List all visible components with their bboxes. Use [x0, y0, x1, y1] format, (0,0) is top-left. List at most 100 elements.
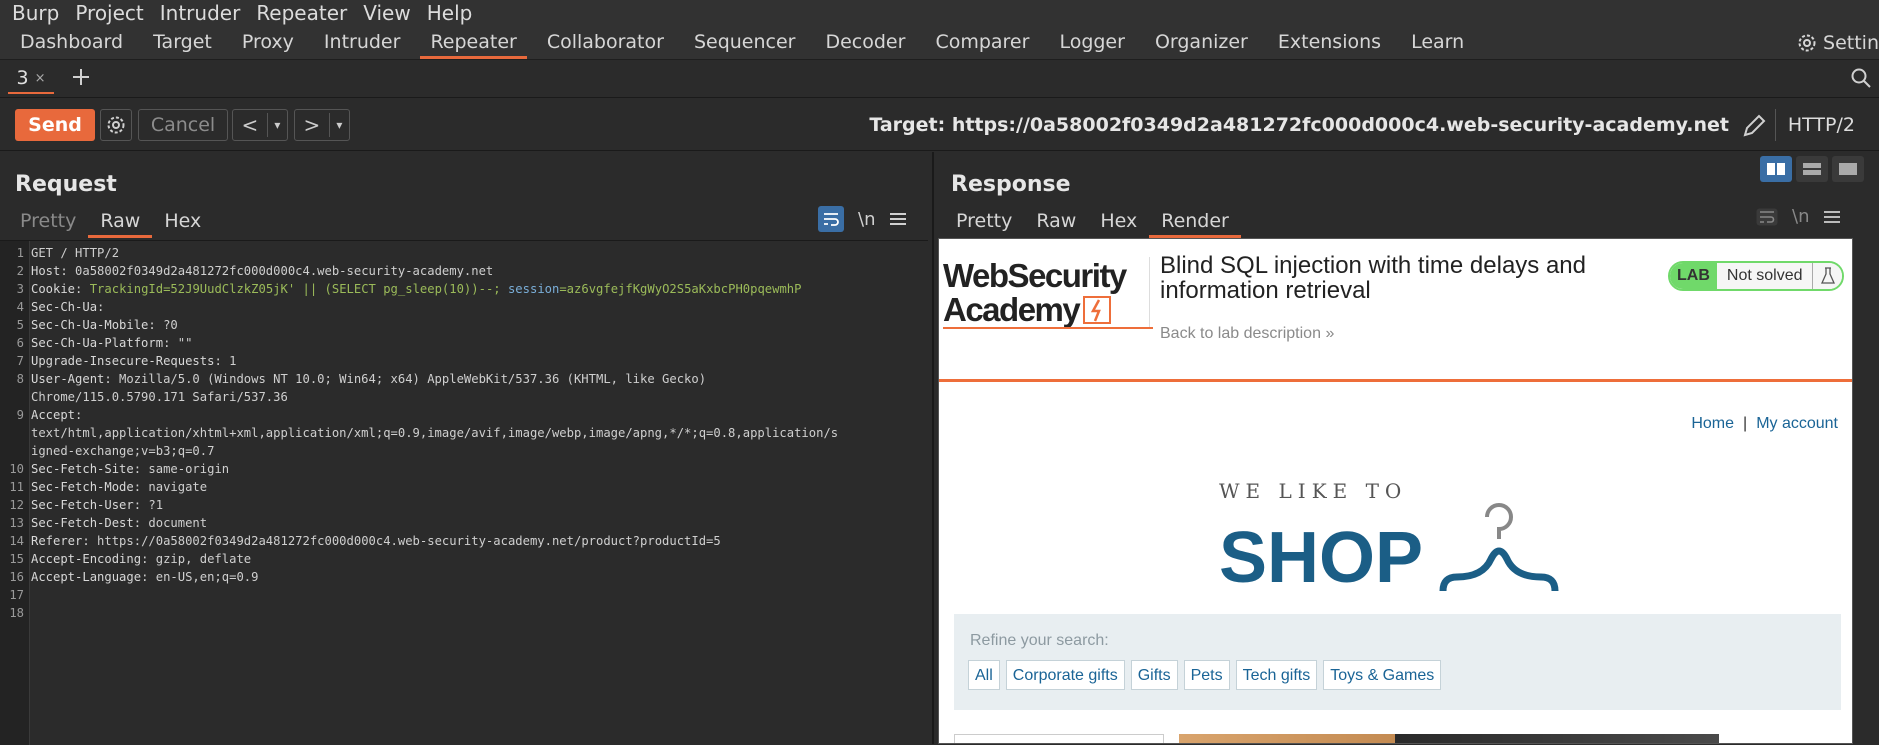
category-pets[interactable]: Pets	[1183, 660, 1230, 690]
line-text: GET / HTTP/2	[31, 244, 119, 262]
category-gifts[interactable]: Gifts	[1130, 660, 1178, 690]
line-text: text/html,application/xhtml+xml,applicat…	[31, 424, 838, 442]
newline-toggle-icon[interactable]: \n	[1792, 206, 1809, 227]
repeater-toolbar: Send Cancel < ▾ > ▾ Target: https://0a58…	[0, 99, 1879, 151]
back-to-lab-link[interactable]: Back to lab description »	[1160, 325, 1334, 343]
menu-help[interactable]: Help	[427, 1, 473, 25]
newline-toggle-icon[interactable]: \n	[858, 209, 875, 230]
tab-sequencer[interactable]: Sequencer	[684, 25, 806, 59]
menu-burp[interactable]: Burp	[12, 1, 59, 25]
header-value: Chrome/115.0.5790.171 Safari/537.36	[31, 390, 288, 404]
tab-extensions[interactable]: Extensions	[1268, 25, 1391, 59]
protocol-label[interactable]: HTTP/2	[1774, 109, 1855, 141]
previous-request-button[interactable]: < ▾	[232, 109, 288, 141]
tab-comparer[interactable]: Comparer	[925, 25, 1039, 59]
line-text: Upgrade-Insecure-Requests: 1	[31, 352, 236, 370]
tab-pretty[interactable]: Pretty	[8, 206, 88, 236]
request-line: 15 Accept-Encoding: gzip, deflate	[0, 550, 928, 568]
edit-target-icon[interactable]	[1741, 113, 1767, 143]
category-tech-gifts[interactable]: Tech gifts	[1235, 660, 1318, 690]
tab-proxy[interactable]: Proxy	[232, 25, 304, 59]
line-number: 11	[9, 480, 24, 494]
send-button[interactable]: Send	[15, 109, 95, 141]
tab-decoder[interactable]: Decoder	[815, 25, 915, 59]
request-line: text/html,application/xhtml+xml,applicat…	[0, 424, 928, 442]
header-divider	[939, 379, 1852, 382]
header-name: Sec-Fetch-Mode	[31, 480, 134, 494]
split-vertical-icon[interactable]	[1796, 156, 1828, 182]
close-icon[interactable]: ×	[35, 71, 46, 86]
line-text: Sec-Ch-Ua-Mobile: ?0	[31, 316, 178, 334]
single-pane-icon[interactable]	[1832, 156, 1864, 182]
request-line: 12 Sec-Fetch-User: ?1	[0, 496, 928, 514]
category-toys-games[interactable]: Toys & Games	[1323, 660, 1442, 690]
add-tab-icon[interactable]	[70, 62, 92, 95]
menu-repeater[interactable]: Repeater	[256, 1, 347, 25]
request-line: 13 Sec-Fetch-Dest: document	[0, 514, 928, 532]
cookie-name: session	[507, 282, 560, 296]
line-text: igned-exchange;v=b3;q=0.7	[31, 442, 214, 460]
tab-pretty[interactable]: Pretty	[944, 206, 1024, 236]
render-scrollbar[interactable]	[1857, 238, 1879, 744]
home-link[interactable]: Home	[1691, 415, 1734, 432]
header-value: : en-US,en;q=0.9	[141, 570, 259, 584]
category-corporate-gifts[interactable]: Corporate gifts	[1005, 660, 1125, 690]
tab-render[interactable]: Render	[1149, 206, 1241, 238]
line-text: Chrome/115.0.5790.171 Safari/537.36	[31, 388, 288, 406]
tab-hex[interactable]: Hex	[152, 206, 213, 236]
header-value: : document	[133, 516, 208, 530]
cancel-button[interactable]: Cancel	[138, 109, 228, 141]
tab-repeater[interactable]: Repeater	[420, 25, 528, 59]
line-text: Sec-Fetch-Mode: navigate	[31, 478, 207, 496]
header-value: text/html,application/xhtml+xml,applicat…	[31, 426, 839, 440]
tab-raw[interactable]: Raw	[1024, 206, 1088, 236]
tab-learn[interactable]: Learn	[1401, 25, 1474, 59]
my-account-link[interactable]: My account	[1756, 415, 1838, 432]
repeater-tab-3[interactable]: 3 ×	[8, 64, 54, 94]
tab-logger[interactable]: Logger	[1049, 25, 1135, 59]
tab-hex[interactable]: Hex	[1088, 206, 1149, 236]
line-text: Accept:	[31, 406, 82, 424]
wrap-lines-icon[interactable]	[818, 206, 844, 232]
gear-icon	[107, 116, 125, 134]
request-editor[interactable]: 1 GET / HTTP/2 2 Host: 0a58002f0349d2a48127…	[0, 240, 928, 745]
category-all[interactable]: All	[968, 660, 1000, 690]
settings-button[interactable]: Settin	[1795, 26, 1879, 60]
chevron-down-icon[interactable]: ▾	[330, 118, 349, 132]
rendered-page: WebSecurity Academy Blind SQL injection …	[938, 238, 1853, 744]
tab-collaborator[interactable]: Collaborator	[537, 25, 674, 59]
header-value: : ""	[163, 336, 193, 350]
search-icon[interactable]	[1849, 66, 1873, 94]
product-image	[1179, 734, 1719, 743]
request-line: igned-exchange;v=b3;q=0.7	[0, 442, 928, 460]
tab-target[interactable]: Target	[143, 25, 222, 59]
nav-separator: |	[1743, 415, 1748, 432]
menu-intruder[interactable]: Intruder	[160, 1, 241, 25]
line-text: Host: 0a58002f0349d2a481272fc000d000c4.w…	[31, 262, 493, 280]
product-card[interactable]	[954, 734, 1164, 743]
menu-bar: Burp Project Intruder Repeater View Help	[0, 0, 1879, 26]
header-name: Accept-Language	[31, 570, 142, 584]
next-request-button[interactable]: > ▾	[294, 109, 350, 141]
chevron-down-icon[interactable]: ▾	[268, 118, 287, 132]
tab-dashboard[interactable]: Dashboard	[10, 25, 133, 59]
menu-view[interactable]: View	[363, 1, 410, 25]
line-number: 10	[9, 462, 24, 476]
line-number: 18	[9, 606, 24, 620]
menu-project[interactable]: Project	[75, 1, 143, 25]
line-text: Sec-Fetch-Site: same-origin	[31, 460, 229, 478]
header-name: Sec-Ch-Ua-Platform	[31, 336, 164, 350]
tab-organizer[interactable]: Organizer	[1145, 25, 1258, 59]
tab-intruder[interactable]: Intruder	[314, 25, 411, 59]
menu-icon[interactable]	[1823, 209, 1841, 225]
response-title: Response	[951, 172, 1071, 197]
menu-icon[interactable]	[889, 211, 907, 227]
split-horizontal-icon[interactable]	[1760, 156, 1792, 182]
header-name: Sec-Fetch-Dest	[31, 516, 134, 530]
request-line: 6 Sec-Ch-Ua-Platform: ""	[0, 334, 928, 352]
line-number: 17	[9, 588, 24, 602]
tab-raw[interactable]: Raw	[88, 206, 153, 238]
header-value: : 0a58002f0349d2a481272fc000d000c4.web-s…	[60, 264, 494, 278]
wrap-lines-icon[interactable]	[1756, 208, 1778, 226]
request-settings-button[interactable]	[100, 109, 132, 141]
